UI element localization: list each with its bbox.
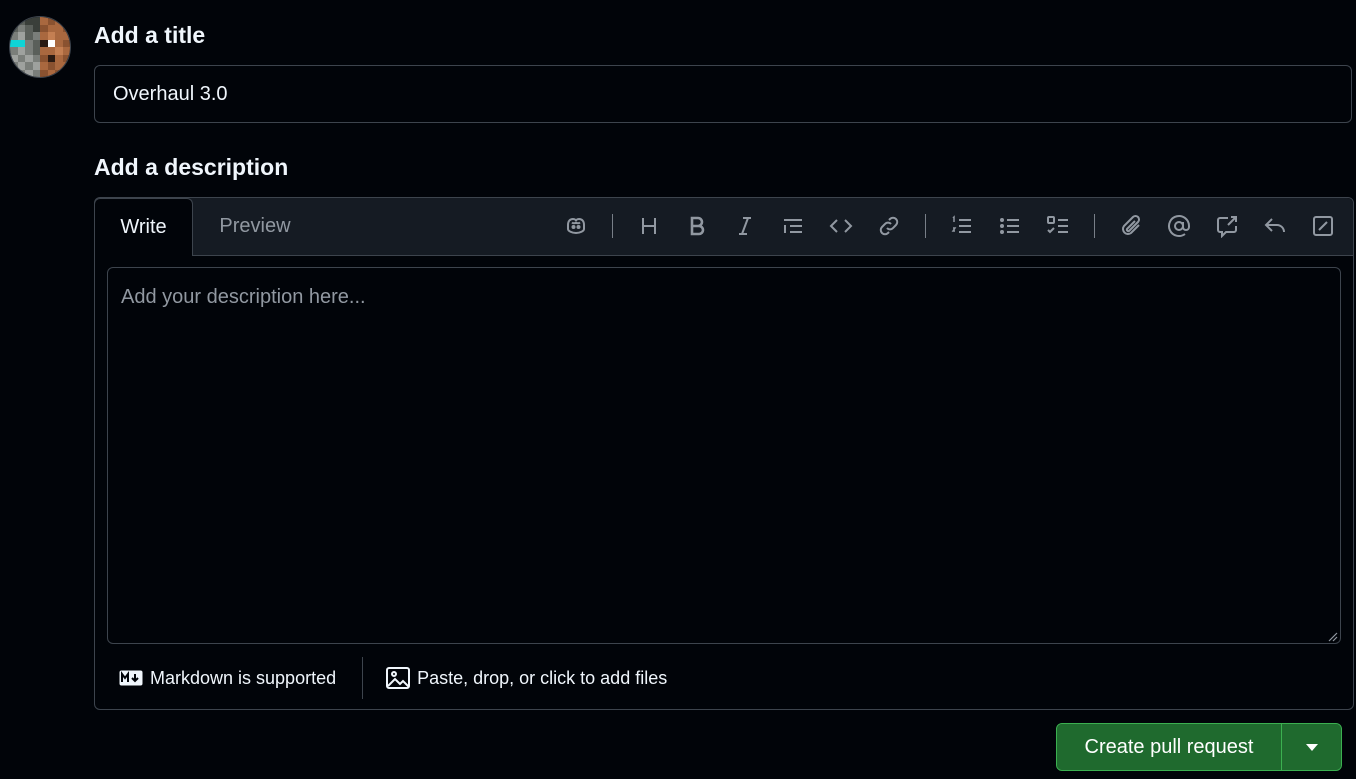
editor-footer: Markdown is supported Paste, drop, or cl… xyxy=(95,656,1353,700)
triangle-down-icon xyxy=(1305,743,1318,751)
files-note: Paste, drop, or click to add files xyxy=(417,667,668,688)
mention-icon[interactable] xyxy=(1161,208,1197,244)
markdown-icon xyxy=(119,670,143,686)
copilot-icon[interactable] xyxy=(558,208,594,244)
resize-handle-icon[interactable] xyxy=(1326,630,1338,642)
saved-reply-icon[interactable] xyxy=(1257,208,1293,244)
tab-write[interactable]: Write xyxy=(94,198,193,256)
image-icon xyxy=(386,667,411,689)
add-files-link[interactable]: Paste, drop, or click to add files xyxy=(386,667,667,689)
tab-preview[interactable]: Preview xyxy=(207,198,303,255)
heading-icon[interactable] xyxy=(631,208,667,244)
slash-command-icon[interactable] xyxy=(1305,208,1341,244)
cross-reference-icon[interactable] xyxy=(1209,208,1245,244)
toolbar-divider xyxy=(925,214,926,238)
avatar[interactable] xyxy=(9,16,71,78)
ordered-list-icon[interactable] xyxy=(944,208,980,244)
description-textarea[interactable] xyxy=(107,267,1341,644)
task-list-icon[interactable] xyxy=(1040,208,1076,244)
create-pull-request-group: Create pull request xyxy=(1056,723,1342,771)
description-editor: Write Preview Add your description here.… xyxy=(94,197,1354,710)
title-heading: Add a title xyxy=(94,22,206,48)
create-options-dropdown[interactable] xyxy=(1281,724,1341,770)
toolbar-divider xyxy=(1094,214,1095,238)
bold-icon[interactable] xyxy=(679,208,715,244)
link-icon[interactable] xyxy=(871,208,907,244)
italic-icon[interactable] xyxy=(727,208,763,244)
markdown-help-link[interactable]: Markdown is supported xyxy=(119,668,336,689)
editor-header: Write Preview xyxy=(94,198,1353,256)
attach-icon[interactable] xyxy=(1113,208,1149,244)
markdown-note: Markdown is supported xyxy=(150,667,337,688)
toolbar-divider xyxy=(612,214,613,238)
code-icon[interactable] xyxy=(823,208,859,244)
markdown-toolbar xyxy=(552,208,1347,244)
title-input[interactable] xyxy=(94,65,1352,123)
quote-icon[interactable] xyxy=(775,208,811,244)
unordered-list-icon[interactable] xyxy=(992,208,1028,244)
create-pull-request-button[interactable]: Create pull request xyxy=(1057,724,1281,770)
description-heading: Add a description xyxy=(94,154,289,180)
footer-divider xyxy=(362,657,364,699)
